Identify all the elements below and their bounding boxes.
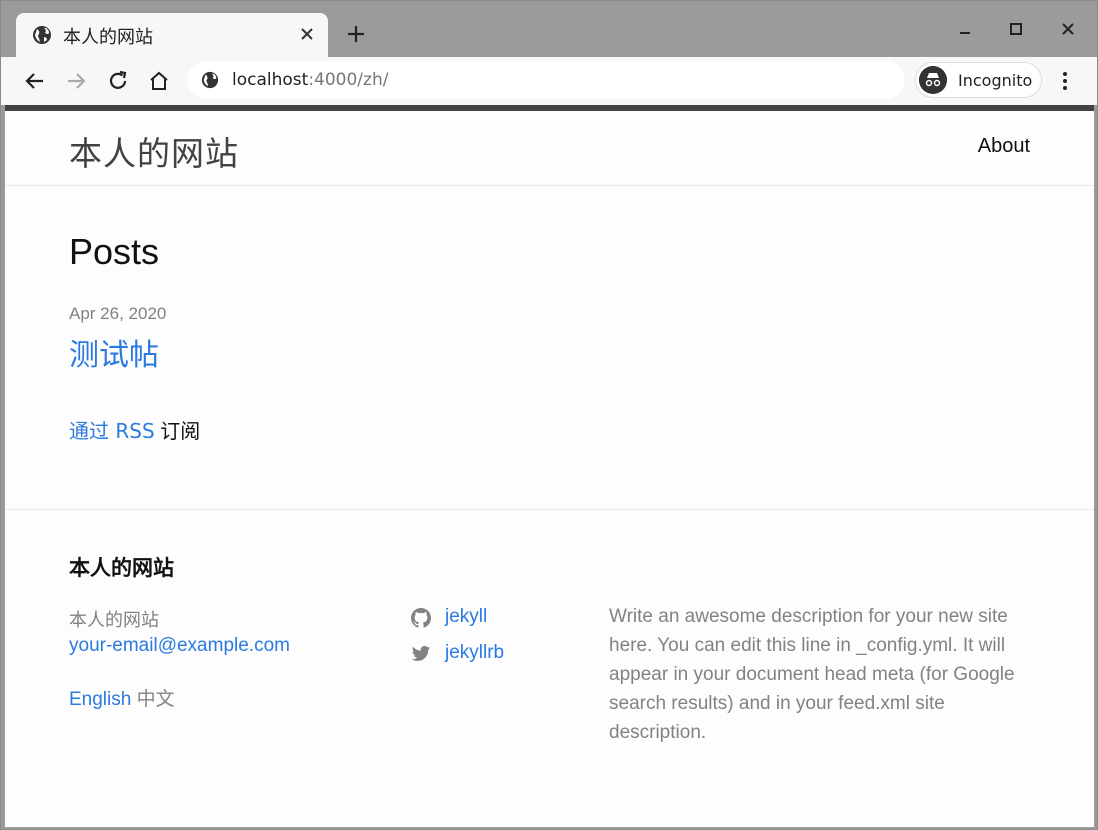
close-icon[interactable] bbox=[298, 25, 316, 43]
web-page: 本人的网站 About Posts Apr 26, 2020 测试帖 通过 RS… bbox=[5, 105, 1094, 827]
github-link[interactable]: jekyll bbox=[445, 606, 487, 628]
rss-line: 通过 RSS 订阅 bbox=[69, 415, 200, 444]
url-host: localhost bbox=[232, 70, 309, 90]
tab-strip: 本人的网站 bbox=[1, 1, 1097, 57]
rss-suffix: 订阅 bbox=[160, 419, 201, 443]
footer-site-name: 本人的网站 bbox=[69, 610, 159, 631]
url-path: :4000/zh/ bbox=[308, 70, 389, 90]
address-bar[interactable]: localhost:4000/zh/ bbox=[187, 61, 905, 99]
browser-toolbar: localhost:4000/zh/ Incognito bbox=[1, 57, 1097, 105]
post-title-link[interactable]: 测试帖 bbox=[69, 330, 159, 374]
site-header: 本人的网站 About bbox=[5, 111, 1094, 186]
lang-english-link[interactable]: English bbox=[69, 689, 131, 710]
rss-link[interactable]: 通过 RSS bbox=[69, 419, 155, 443]
site-description: Write an awesome description for your ne… bbox=[609, 606, 1015, 743]
language-switcher: English 中文 bbox=[69, 684, 175, 711]
nav-about-link[interactable]: About bbox=[978, 135, 1030, 158]
globe-icon[interactable] bbox=[201, 71, 219, 89]
site-title-link[interactable]: 本人的网站 bbox=[69, 127, 239, 175]
lang-chinese-current: 中文 bbox=[136, 688, 175, 710]
home-icon[interactable] bbox=[147, 69, 171, 93]
minimize-icon[interactable] bbox=[955, 19, 975, 39]
browser-tab[interactable]: 本人的网站 bbox=[16, 13, 328, 57]
twitter-link[interactable]: jekyllrb bbox=[445, 642, 504, 664]
tab-title: 本人的网站 bbox=[63, 27, 153, 48]
kebab-menu-icon[interactable] bbox=[1057, 69, 1073, 93]
twitter-icon[interactable] bbox=[411, 644, 431, 664]
post-date: Apr 26, 2020 bbox=[69, 304, 167, 323]
url-text[interactable]: localhost:4000/zh/ bbox=[232, 70, 388, 90]
incognito-icon bbox=[919, 66, 947, 94]
globe-icon bbox=[33, 26, 51, 44]
posts-heading: Posts bbox=[69, 231, 160, 272]
incognito-label: Incognito bbox=[958, 71, 1033, 90]
footer-email-link[interactable]: your-email@example.com bbox=[69, 635, 290, 657]
browser-window: 本人的网站 localhost:4000/zh/ Incognito 本人的网站… bbox=[0, 0, 1098, 830]
reload-icon[interactable] bbox=[106, 69, 130, 93]
close-icon[interactable] bbox=[1058, 19, 1078, 39]
github-icon[interactable] bbox=[411, 608, 431, 628]
plus-icon[interactable] bbox=[344, 22, 368, 46]
back-arrow-icon[interactable] bbox=[23, 69, 47, 93]
forward-arrow-icon[interactable] bbox=[64, 69, 88, 93]
footer-heading: 本人的网站 bbox=[69, 556, 174, 580]
maximize-icon[interactable] bbox=[1006, 19, 1026, 39]
incognito-button[interactable]: Incognito bbox=[915, 62, 1042, 98]
site-footer: 本人的网站 本人的网站 your-email@example.com Engli… bbox=[5, 509, 1094, 829]
